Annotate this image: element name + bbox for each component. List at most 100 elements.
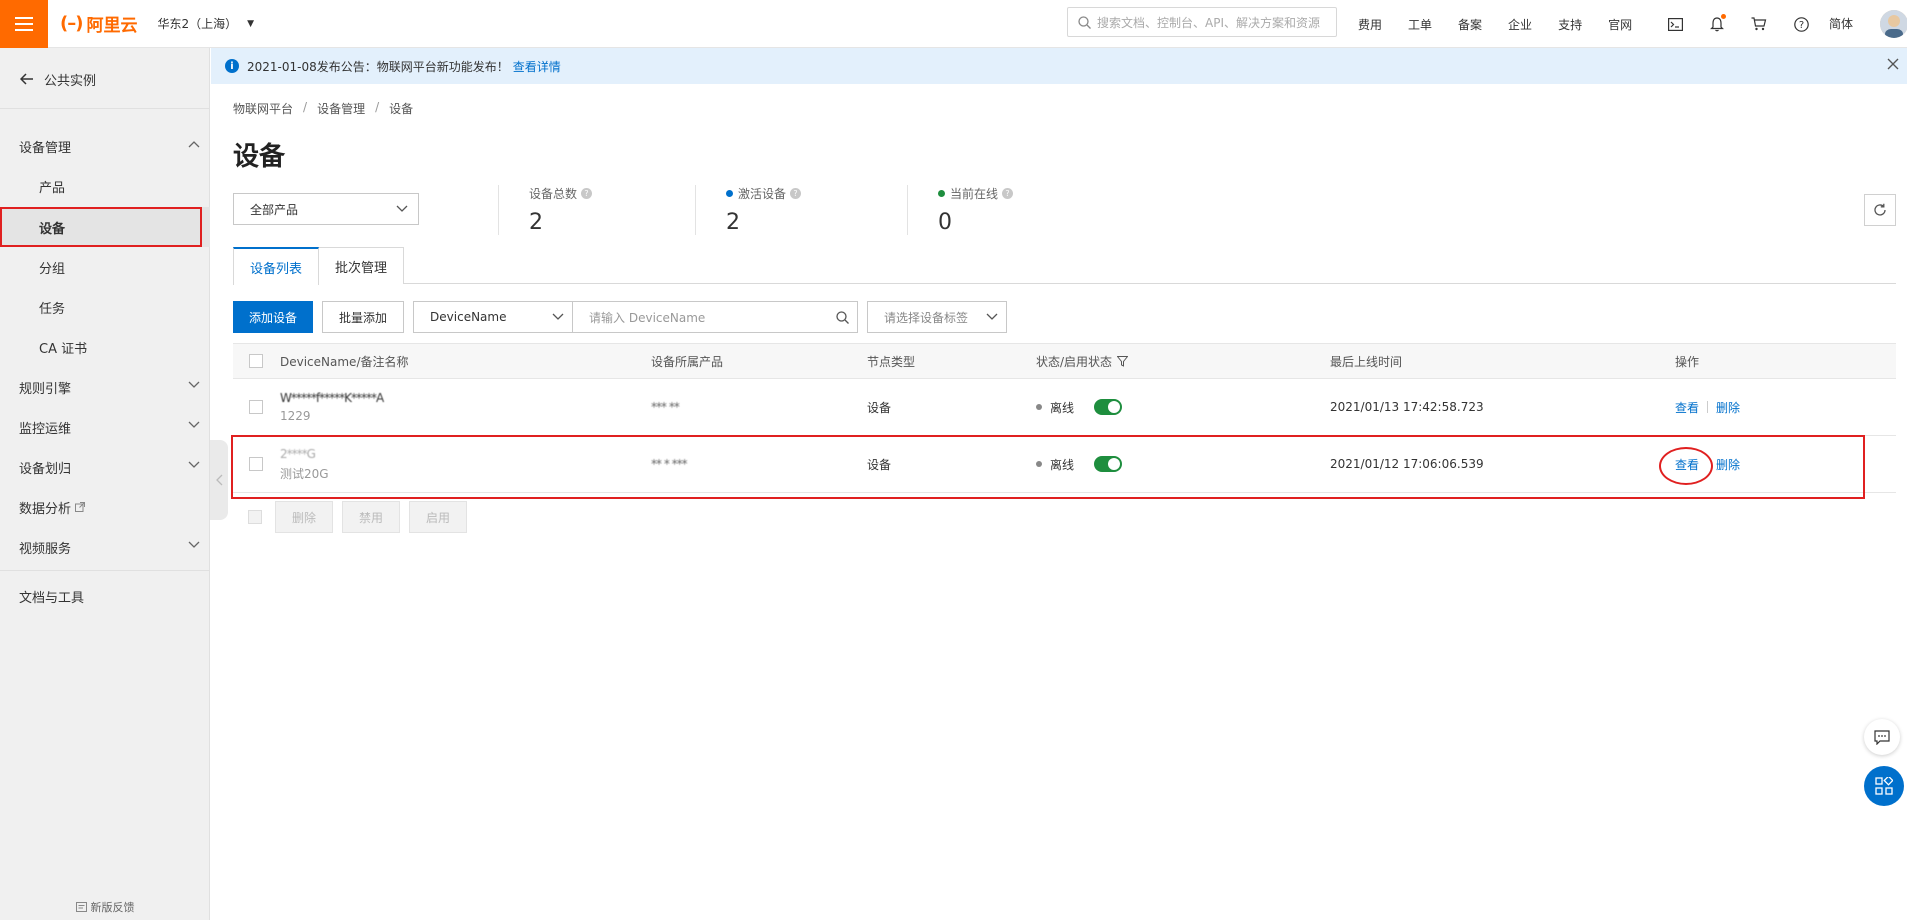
chevron-down-icon [188, 541, 200, 548]
global-search-input[interactable]: 搜索文档、控制台、API、解决方案和资源 [1067, 7, 1337, 37]
stat-total-devices: 设备总数 ? 2 [498, 185, 593, 235]
region-selector[interactable]: 华东2（上海） ▼ [157, 15, 254, 32]
delete-link[interactable]: 删除 [1716, 456, 1740, 473]
product-filter-select[interactable]: 全部产品 [233, 193, 419, 225]
tab-device-list[interactable]: 设备列表 [233, 247, 320, 285]
logo-mark-icon: (–) [60, 13, 83, 34]
notifications-button[interactable] [1702, 0, 1732, 48]
menu-button[interactable] [0, 0, 48, 48]
filter-icon[interactable] [1117, 355, 1129, 367]
sidebar-item-ca-certificate[interactable]: CA 证书 [0, 327, 210, 367]
nav-link-official-site[interactable]: 官网 [1608, 16, 1632, 33]
help-icon: ? [1793, 16, 1809, 32]
view-link[interactable]: 查看 [1675, 456, 1699, 473]
device-product[interactable]: *** ** [651, 379, 680, 435]
tab-batch-management[interactable]: 批次管理 [319, 247, 405, 284]
aliyun-logo[interactable]: (–) 阿里云 [60, 11, 137, 36]
enable-toggle[interactable] [1094, 456, 1123, 472]
chevron-up-icon [188, 141, 200, 148]
row-checkbox[interactable] [249, 457, 263, 471]
sidebar-collapse-handle[interactable] [210, 440, 228, 520]
device-status: 离线 [1050, 400, 1075, 415]
breadcrumb-item[interactable]: 物联网平台 [233, 100, 293, 117]
sidebar-group-rule-engine[interactable]: 规则引擎 [0, 367, 210, 407]
feedback-link[interactable]: 新版反馈 [0, 894, 210, 920]
sidebar-group-video-service[interactable]: 视频服务 [0, 527, 210, 567]
avatar[interactable] [1880, 10, 1907, 38]
sidebar-group-monitoring[interactable]: 监控运维 [0, 407, 210, 447]
external-link-icon [75, 502, 86, 512]
stat-activated-devices: 激活设备 ? 2 [695, 185, 802, 235]
language-switch[interactable]: 简体 [1829, 15, 1853, 32]
nav-link-billing[interactable]: 费用 [1358, 16, 1382, 33]
banner-details-link[interactable]: 查看详情 [513, 58, 561, 75]
nav-link-tickets[interactable]: 工单 [1408, 16, 1432, 33]
sidebar-item-label: 设备管理 [19, 140, 72, 156]
search-icon[interactable] [836, 311, 849, 324]
close-icon[interactable] [1887, 58, 1899, 70]
sidebar-group-device-assignment[interactable]: 设备划归 [0, 447, 210, 487]
bulk-select-checkbox[interactable] [248, 510, 262, 524]
select-all-checkbox[interactable] [249, 354, 263, 368]
question-icon[interactable]: ? [581, 188, 593, 199]
view-link[interactable]: 查看 [1675, 399, 1699, 416]
delete-link[interactable]: 删除 [1716, 399, 1740, 416]
header-actions: 操作 [1675, 354, 1700, 369]
select-all-cell [249, 344, 263, 378]
row-checkbox[interactable] [249, 400, 263, 414]
nav-link-support[interactable]: 支持 [1558, 16, 1582, 33]
question-icon[interactable]: ? [1002, 188, 1014, 199]
help-button[interactable]: ? [1786, 0, 1816, 48]
apps-grid-icon [1875, 777, 1893, 795]
header-status: 状态/启用状态 [1036, 344, 1129, 378]
device-node-type: 设备 [867, 400, 892, 415]
stat-label: 激活设备 [738, 187, 787, 201]
hamburger-icon [15, 16, 33, 31]
refresh-button[interactable] [1864, 194, 1896, 226]
sidebar-item-data-analysis[interactable]: 数据分析 [0, 487, 210, 527]
filter-field-select[interactable]: DeviceName [413, 301, 574, 333]
device-name-placeholder: 请输入 DeviceName [589, 310, 706, 325]
sidebar-item-groups[interactable]: 分组 [0, 247, 210, 287]
header-node-type: 节点类型 [867, 354, 916, 369]
table-header: DeviceName/备注名称 设备所属产品 节点类型 状态/启用状态 最后上线… [233, 343, 1896, 379]
terminal-icon [1667, 17, 1683, 31]
cart-button[interactable] [1744, 0, 1774, 48]
back-label: 公共实例 [44, 73, 97, 89]
device-name[interactable]: W*****f*****K*****A [280, 391, 384, 405]
apps-button[interactable] [1864, 766, 1904, 806]
sidebar-group-device-management[interactable]: 设备管理 [0, 126, 210, 166]
terminal-button[interactable] [1660, 0, 1690, 48]
row-checkbox-cell [249, 379, 263, 435]
top-links: 费用 工单 备案 企业 支持 官网 [1358, 0, 1658, 48]
sidebar-item-label: 视频服务 [19, 541, 72, 557]
sidebar: 公共实例 设备管理 产品 设备 分组 任务 CA 证书 规则引擎 监控运维 设备… [0, 48, 210, 920]
bulk-enable-button[interactable]: 启用 [409, 501, 468, 533]
enable-toggle[interactable] [1094, 399, 1123, 415]
product-select-value: 全部产品 [250, 202, 299, 217]
device-name-search-input[interactable]: 请输入 DeviceName [573, 301, 859, 333]
device-name[interactable]: 2****G [280, 447, 316, 461]
chevron-down-icon [396, 205, 408, 212]
header-status-label: 状态/启用状态 [1036, 354, 1113, 369]
nav-link-enterprise[interactable]: 企业 [1508, 16, 1532, 33]
device-status-cell: 离线 [1036, 379, 1123, 435]
sidebar-item-devices[interactable]: 设备 [0, 207, 210, 247]
add-device-button[interactable]: 添加设备 [233, 301, 314, 333]
breadcrumb-item[interactable]: 设备管理 [317, 100, 365, 117]
sidebar-item-docs-tools[interactable]: 文档与工具 [0, 576, 210, 616]
device-product[interactable]: ** * *** [651, 436, 688, 492]
sidebar-item-products[interactable]: 产品 [0, 166, 210, 206]
sidebar-item-jobs[interactable]: 任务 [0, 287, 210, 327]
chat-button[interactable] [1864, 719, 1900, 755]
bulk-disable-button[interactable]: 禁用 [342, 501, 401, 533]
status-dot-icon [938, 190, 945, 197]
chevron-down-icon [552, 313, 564, 320]
batch-add-button[interactable]: 批量添加 [322, 301, 405, 333]
header-product: 设备所属产品 [651, 354, 724, 369]
back-to-public-instance[interactable]: 公共实例 [0, 64, 210, 94]
bulk-delete-button[interactable]: 删除 [275, 501, 334, 533]
device-tag-select[interactable]: 请选择设备标签 [867, 301, 1008, 333]
question-icon[interactable]: ? [790, 188, 802, 199]
nav-link-icp[interactable]: 备案 [1458, 16, 1482, 33]
